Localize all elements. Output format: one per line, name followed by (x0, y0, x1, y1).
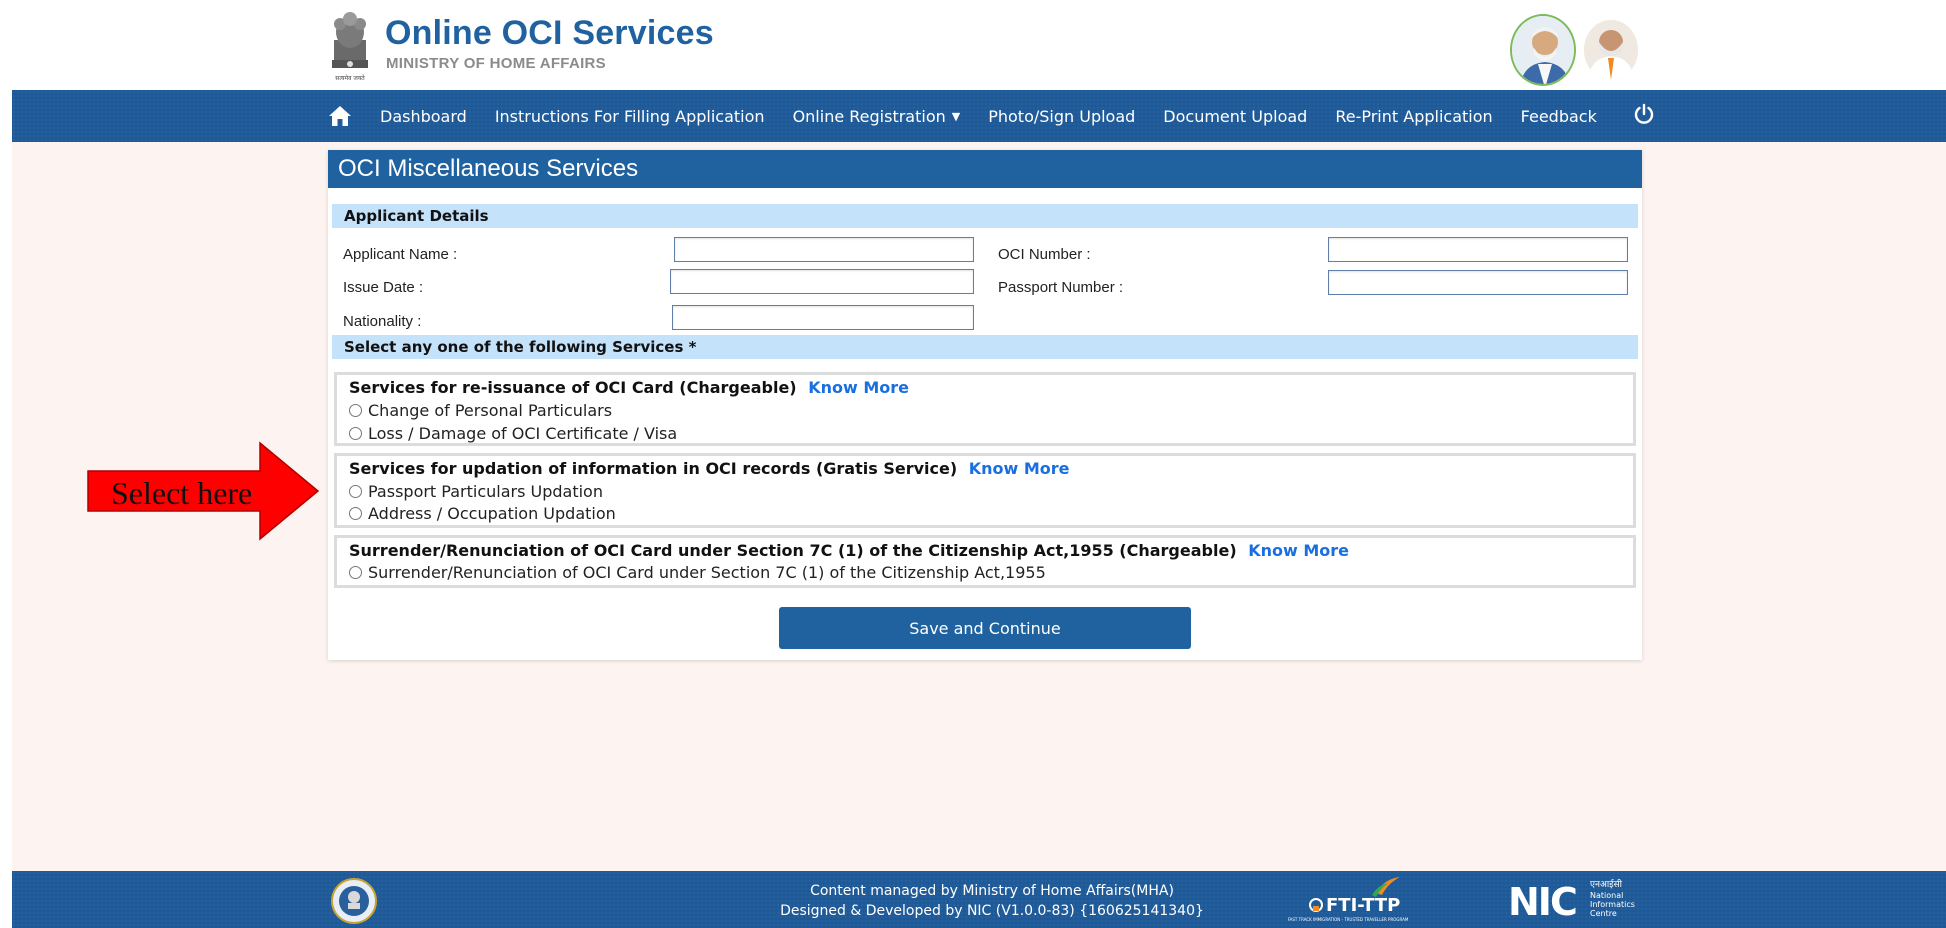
panel-title: OCI Miscellaneous Services (328, 150, 1642, 188)
service-group-updation: Services for updation of information in … (334, 453, 1636, 528)
nic-line2: Informatics (1590, 900, 1635, 909)
issue-date-label: Issue Date : (343, 279, 424, 296)
service-group-surrender: Surrender/Renunciation of OCI Card under… (334, 535, 1636, 588)
option-address-occupation-updation[interactable]: Address / Occupation Updation (349, 504, 616, 523)
option-label: Passport Particulars Updation (368, 482, 603, 501)
site-subtitle: MINISTRY OF HOME AFFAIRS (386, 55, 606, 72)
caret-down-icon: ▼ (951, 109, 961, 123)
service-group-heading-text: Surrender/Renunciation of OCI Card under… (349, 541, 1237, 560)
annotation-text: Select here (111, 475, 253, 511)
fti-logo-sub: FAST TRACK IMMIGRATION - TRUSTED TRAVELL… (1288, 917, 1409, 922)
nav-online-registration[interactable]: Online Registration ▼ (793, 107, 961, 126)
service-group-heading-text: Services for re-issuance of OCI Card (Ch… (349, 378, 797, 397)
know-more-link[interactable]: Know More (1248, 541, 1349, 560)
nationality-label: Nationality : (343, 313, 422, 330)
issue-date-input[interactable] (670, 269, 974, 294)
nav-instructions[interactable]: Instructions For Filling Application (495, 107, 765, 126)
service-group-heading: Services for updation of information in … (349, 459, 1070, 478)
know-more-link[interactable]: Know More (808, 378, 909, 397)
passport-number-label: Passport Number : (998, 279, 1124, 296)
radio-button[interactable] (349, 404, 362, 417)
mha-seal-icon (331, 878, 377, 924)
site-footer: Content managed by Ministry of Home Affa… (12, 871, 1946, 928)
save-and-continue-button[interactable]: Save and Continue (779, 607, 1191, 649)
option-label: Change of Personal Particulars (368, 401, 613, 420)
oci-services-panel: OCI Miscellaneous Services Applicant Det… (328, 150, 1642, 660)
select-here-annotation: Select here (87, 441, 320, 541)
nav-photo-sign-upload[interactable]: Photo/Sign Upload (988, 107, 1135, 126)
radio-button[interactable] (349, 566, 362, 579)
main-navigation: Dashboard Instructions For Filling Appli… (12, 90, 1946, 142)
applicant-name-label: Applicant Name : (343, 246, 458, 263)
nic-line1: National (1590, 891, 1623, 900)
nic-line3: Centre (1590, 909, 1617, 918)
nav-dashboard[interactable]: Dashboard (380, 107, 467, 126)
oci-number-label: OCI Number : (998, 246, 1091, 263)
services-section-header: Select any one of the following Services… (332, 335, 1638, 359)
site-title: Online OCI Services (385, 14, 714, 52)
nav-feedback[interactable]: Feedback (1521, 107, 1597, 126)
service-group-heading: Services for re-issuance of OCI Card (Ch… (349, 378, 909, 397)
nic-logo-label: NIC (1508, 880, 1576, 921)
radio-button[interactable] (349, 485, 362, 498)
passport-number-input[interactable] (1328, 270, 1628, 295)
nav-reprint-application[interactable]: Re-Print Application (1335, 107, 1492, 126)
radio-button[interactable] (349, 507, 362, 520)
nav-document-upload[interactable]: Document Upload (1163, 107, 1307, 126)
site-header (12, 0, 1946, 90)
avatar (1510, 14, 1576, 86)
service-group-heading: Surrender/Renunciation of OCI Card under… (349, 541, 1349, 560)
nationality-input[interactable] (672, 305, 974, 330)
know-more-link[interactable]: Know More (969, 459, 1070, 478)
option-surrender-renunciation[interactable]: Surrender/Renunciation of OCI Card under… (349, 563, 1046, 582)
oci-number-input[interactable] (1328, 237, 1628, 262)
emblem-caption: सत्यमेव जयते (335, 74, 365, 82)
nic-hindi: एनआईसी (1590, 878, 1623, 890)
service-group-heading-text: Services for updation of information in … (349, 459, 958, 478)
power-icon[interactable] (1633, 103, 1655, 129)
service-group-reissuance: Services for re-issuance of OCI Card (Ch… (334, 372, 1636, 446)
option-label: Surrender/Renunciation of OCI Card under… (368, 563, 1046, 582)
fti-logo-label: FTI-TTP (1326, 895, 1400, 916)
applicant-details-header: Applicant Details (332, 204, 1638, 228)
option-loss-damage[interactable]: Loss / Damage of OCI Certificate / Visa (349, 424, 677, 443)
option-label: Loss / Damage of OCI Certificate / Visa (368, 424, 678, 443)
home-icon[interactable] (328, 105, 352, 127)
avatar (1584, 20, 1638, 80)
option-passport-particulars-updation[interactable]: Passport Particulars Updation (349, 482, 603, 501)
nic-logo-icon: NIC एनआईसी National Informatics Centre (1508, 878, 1635, 921)
radio-button[interactable] (349, 427, 362, 440)
fti-ttp-logo-icon: FTI-TTP FAST TRACK IMMIGRATION - TRUSTED… (1288, 877, 1409, 922)
applicant-name-input[interactable] (674, 237, 974, 262)
option-label: Address / Occupation Updation (368, 504, 616, 523)
nav-online-registration-label: Online Registration (792, 106, 946, 126)
national-emblem-icon: सत्यमेव जयते (332, 12, 368, 82)
option-change-personal-particulars[interactable]: Change of Personal Particulars (349, 401, 612, 420)
